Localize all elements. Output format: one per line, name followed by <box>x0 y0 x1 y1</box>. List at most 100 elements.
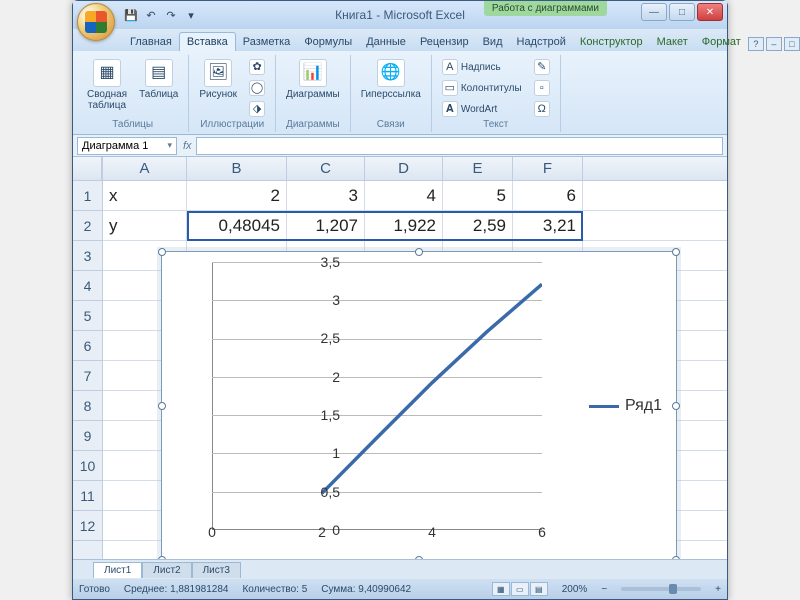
row-header[interactable]: 7 <box>73 361 102 391</box>
tab-insert[interactable]: Вставка <box>179 32 236 51</box>
tab-data[interactable]: Данные <box>359 33 413 51</box>
row-header[interactable]: 11 <box>73 481 102 511</box>
zoom-out-button[interactable]: − <box>601 584 607 595</box>
zoom-in-button[interactable]: + <box>715 584 721 595</box>
sheet-tab[interactable]: Лист1 <box>93 562 142 578</box>
symbol-icon: Ω <box>534 101 550 117</box>
resize-handle[interactable] <box>415 556 423 559</box>
maximize-button[interactable]: □ <box>669 3 695 21</box>
select-all-corner[interactable] <box>73 157 102 181</box>
row-header[interactable]: 2 <box>73 211 102 241</box>
sheet-tab[interactable]: Лист3 <box>192 562 241 578</box>
col-header[interactable]: A <box>103 157 187 180</box>
cell[interactable]: 5 <box>443 181 513 210</box>
undo-icon[interactable]: ↶ <box>143 7 159 23</box>
resize-handle[interactable] <box>415 248 423 256</box>
formula-bar: Диаграмма 1 fx <box>73 135 727 157</box>
cell[interactable]: 4 <box>365 181 443 210</box>
row-header[interactable]: 4 <box>73 271 102 301</box>
col-header[interactable]: D <box>365 157 443 180</box>
tab-chart-layout[interactable]: Макет <box>650 33 695 51</box>
cell[interactable]: 0,48045 <box>187 211 287 240</box>
tab-view[interactable]: Вид <box>476 33 510 51</box>
tab-page-layout[interactable]: Разметка <box>236 33 298 51</box>
row-header[interactable]: 6 <box>73 331 102 361</box>
wordart-button[interactable]: 𝐀WordArt <box>438 99 526 119</box>
cell[interactable]: x <box>103 181 187 210</box>
office-button[interactable] <box>77 3 115 41</box>
cell[interactable]: y <box>103 211 187 240</box>
cell[interactable]: 6 <box>513 181 583 210</box>
textbox-button[interactable]: AНадпись <box>438 57 526 77</box>
row-header[interactable]: 10 <box>73 451 102 481</box>
charts-button[interactable]: 📊Диаграммы <box>282 57 344 102</box>
worksheet-area[interactable]: 1 2 3 4 5 6 7 8 9 10 11 12 A B C D E F <box>73 157 727 559</box>
redo-icon[interactable]: ↷ <box>163 7 179 23</box>
minimize-button[interactable]: — <box>641 3 667 21</box>
tab-chart-design[interactable]: Конструктор <box>573 33 650 51</box>
fx-icon[interactable]: fx <box>183 140 192 152</box>
col-header[interactable]: C <box>287 157 365 180</box>
resize-handle[interactable] <box>672 556 680 559</box>
smartart-button[interactable]: ⬗ <box>245 99 269 119</box>
col-header[interactable]: E <box>443 157 513 180</box>
cell[interactable]: 1,922 <box>365 211 443 240</box>
status-count: Количество: 5 <box>242 584 307 595</box>
tab-chart-format[interactable]: Формат <box>695 33 748 51</box>
row-header[interactable]: 5 <box>73 301 102 331</box>
tab-addins[interactable]: Надстрой <box>510 33 573 51</box>
chart-line[interactable] <box>212 262 542 530</box>
table-button[interactable]: ▤Таблица <box>135 57 182 102</box>
resize-handle[interactable] <box>672 402 680 410</box>
tab-formulas[interactable]: Формулы <box>297 33 359 51</box>
charts-group-label: Диаграммы <box>286 119 340 130</box>
cell[interactable]: 2 <box>187 181 287 210</box>
hyperlink-button[interactable]: 🌐Гиперссылка <box>357 57 425 102</box>
name-box[interactable]: Диаграмма 1 <box>77 137 177 155</box>
picture-button[interactable]: 🖼Рисунок <box>195 57 241 102</box>
formula-input[interactable] <box>196 137 723 155</box>
title-bar[interactable]: 💾 ↶ ↷ ▾ Книга1 - Microsoft Excel Работа … <box>73 1 727 29</box>
row-header[interactable]: 1 <box>73 181 102 211</box>
col-header[interactable]: F <box>513 157 583 180</box>
view-page-break-icon[interactable]: ▤ <box>530 582 548 596</box>
doc-restore-icon[interactable]: □ <box>784 37 800 51</box>
cell[interactable]: 1,207 <box>287 211 365 240</box>
help-icon[interactable]: ? <box>748 37 764 51</box>
plot-area[interactable] <box>212 262 542 530</box>
row-header[interactable]: 3 <box>73 241 102 271</box>
resize-handle[interactable] <box>158 402 166 410</box>
save-icon[interactable]: 💾 <box>123 7 139 23</box>
object-button[interactable]: ▫ <box>530 78 554 98</box>
signature-button[interactable]: ✎ <box>530 57 554 77</box>
doc-minimize-icon[interactable]: – <box>766 37 782 51</box>
quick-access-toolbar: 💾 ↶ ↷ ▾ <box>123 7 199 23</box>
qat-dropdown-icon[interactable]: ▾ <box>183 7 199 23</box>
clipart-button[interactable]: ✿ <box>245 57 269 77</box>
pivot-table-button[interactable]: ▦Сводная таблица <box>83 57 131 113</box>
col-header[interactable]: B <box>187 157 287 180</box>
sheet-tab[interactable]: Лист2 <box>142 562 191 578</box>
shapes-button[interactable]: ◯ <box>245 78 269 98</box>
resize-handle[interactable] <box>158 248 166 256</box>
row-header[interactable]: 8 <box>73 391 102 421</box>
zoom-slider[interactable] <box>621 587 701 591</box>
cell[interactable]: 2,59 <box>443 211 513 240</box>
tab-review[interactable]: Рецензир <box>413 33 476 51</box>
cell[interactable]: 3 <box>287 181 365 210</box>
zoom-level[interactable]: 200% <box>562 584 588 595</box>
view-page-layout-icon[interactable]: ▭ <box>511 582 529 596</box>
resize-handle[interactable] <box>158 556 166 559</box>
view-normal-icon[interactable]: ▦ <box>492 582 510 596</box>
symbol-button[interactable]: Ω <box>530 99 554 119</box>
header-footer-button[interactable]: ▭Колонтитулы <box>438 78 526 98</box>
row-header[interactable]: 12 <box>73 511 102 541</box>
cell[interactable]: 3,21 <box>513 211 583 240</box>
legend[interactable]: Ряд1 <box>589 397 662 415</box>
embedded-chart[interactable]: 3,5 3 2,5 2 1,5 1 0,5 0 0 2 4 6 Ряд1 <box>161 251 677 559</box>
resize-handle[interactable] <box>672 248 680 256</box>
tab-home[interactable]: Главная <box>123 33 179 51</box>
status-sum: Сумма: 9,40990642 <box>321 584 411 595</box>
close-button[interactable]: ✕ <box>697 3 723 21</box>
row-header[interactable]: 9 <box>73 421 102 451</box>
